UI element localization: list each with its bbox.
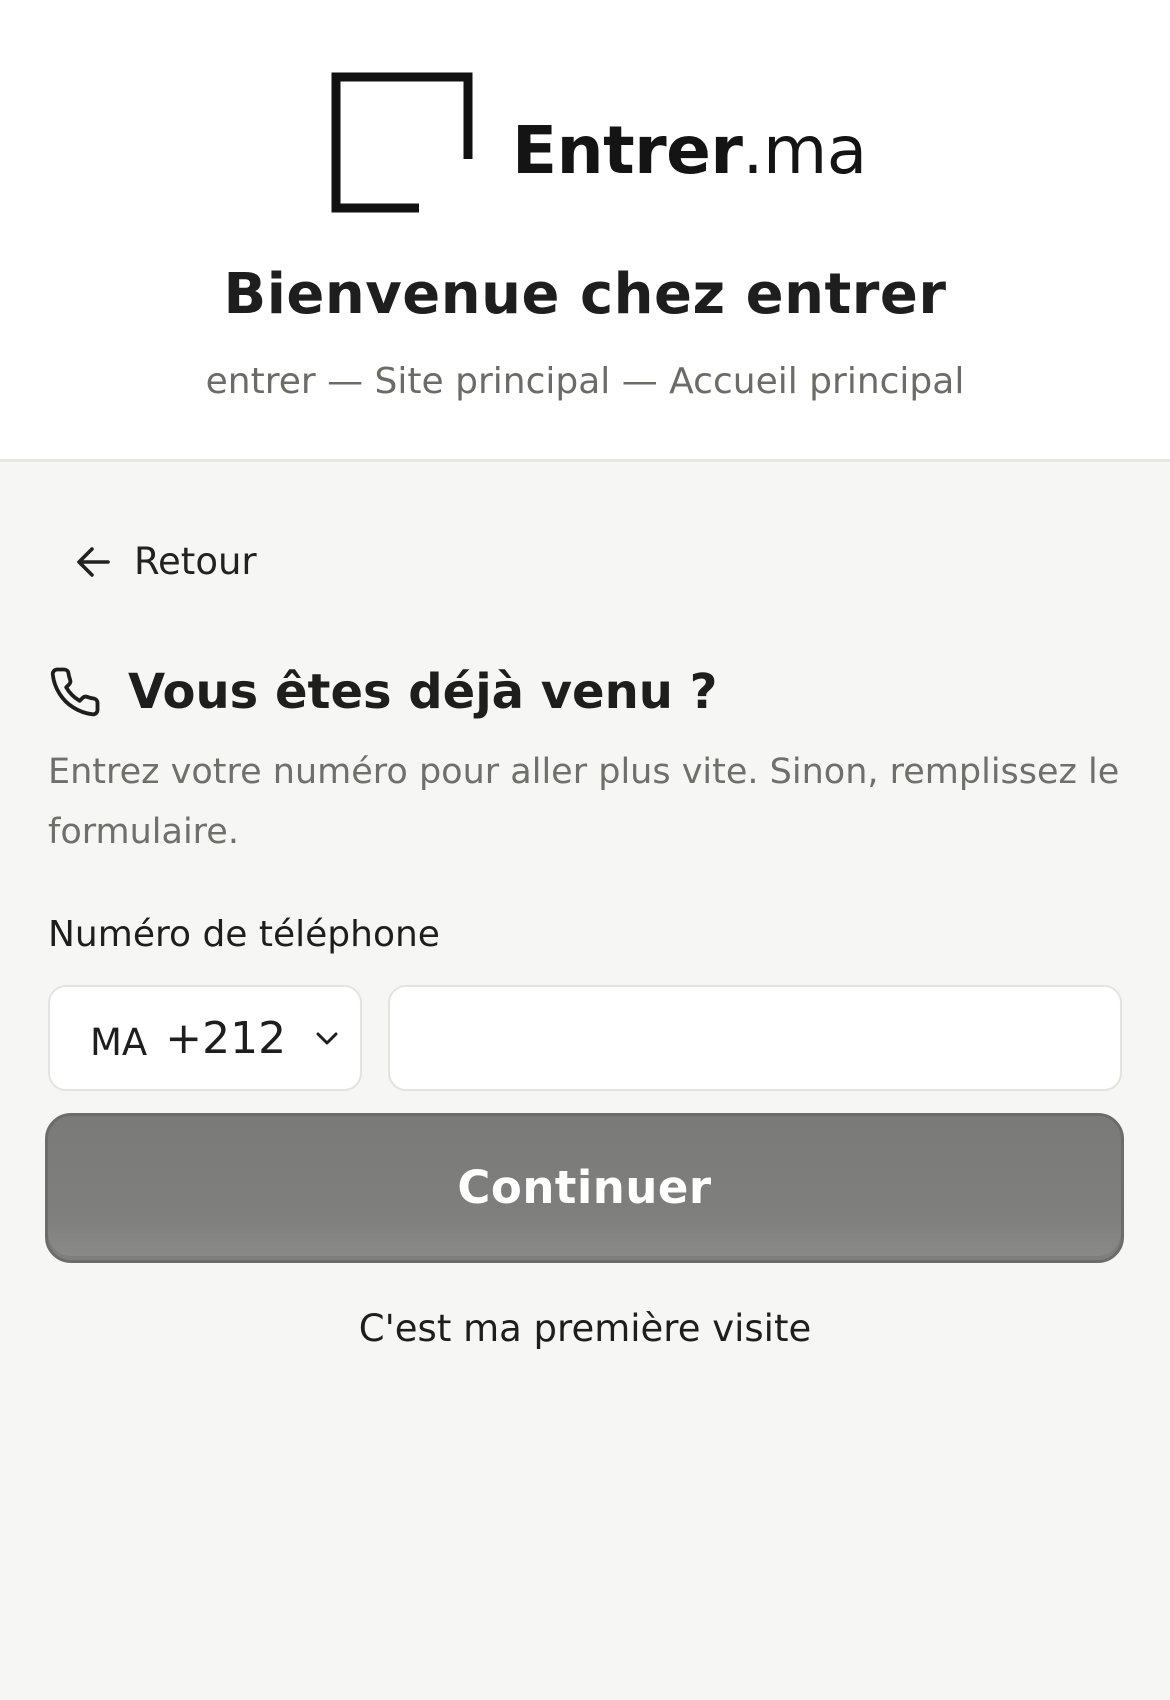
first-visit-link[interactable]: C'est ma première visite xyxy=(0,1307,1170,1350)
continue-button[interactable]: Continuer xyxy=(45,1113,1124,1263)
brand-name: Entrer xyxy=(512,112,743,189)
page-subtitle: entrer — Site principal — Accueil princi… xyxy=(205,361,965,402)
country-code-select[interactable]: MA +212 xyxy=(48,985,362,1091)
section-title: Vous êtes déjà venu ? xyxy=(128,664,718,720)
brand-wordmark: Entrer.ma xyxy=(512,112,867,189)
phone-icon xyxy=(50,667,100,717)
header: Entrer.ma Bienvenue chez entrer entrer —… xyxy=(0,0,1170,462)
page-title: Bienvenue chez entrer xyxy=(223,262,947,327)
section-heading: Vous êtes déjà venu ? xyxy=(48,664,718,720)
chevron-down-icon xyxy=(316,1032,338,1045)
brand-logo: Entrer.ma xyxy=(330,71,867,216)
back-label: Retour xyxy=(134,540,257,583)
brand-suffix: .ma xyxy=(742,112,867,189)
section-description: Entrez votre numéro pour aller plus vite… xyxy=(48,752,1120,852)
country-code: MA xyxy=(90,1020,148,1064)
open-square-logo-icon xyxy=(331,72,473,213)
phone-label: Numéro de téléphone xyxy=(48,914,440,955)
back-button[interactable]: Retour xyxy=(74,540,257,583)
arrow-left-icon xyxy=(77,546,110,577)
dial-code: +212 xyxy=(165,1012,287,1064)
phone-input[interactable] xyxy=(388,985,1122,1091)
